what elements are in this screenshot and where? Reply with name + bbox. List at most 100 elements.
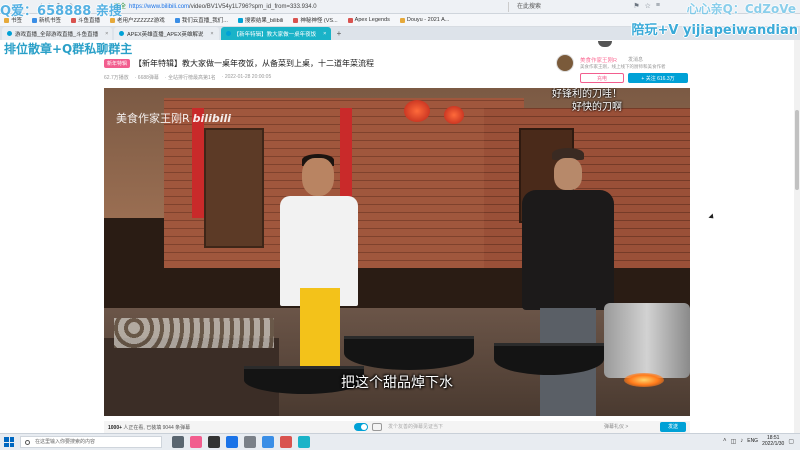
bookmark-label: 我们云直播_我们...	[181, 18, 228, 24]
bookmark-favicon-icon	[293, 17, 299, 23]
taskbar-search-input[interactable]: 在这里输入你要搜索的内容	[20, 436, 162, 448]
caption-line-1: 好锋利的刀哇！	[552, 89, 622, 100]
lantern	[404, 100, 430, 122]
toolbar-icons: ⚑ ☆ ≡	[633, 2, 660, 10]
clock-date: 2022/1/30	[762, 441, 785, 447]
danmaku-toggle[interactable]	[354, 423, 368, 431]
app-red-icon[interactable]	[280, 436, 292, 448]
video-tag-badge[interactable]: 新年特辑	[104, 59, 131, 68]
close-icon[interactable]: ×	[210, 31, 213, 37]
bookmark-favicon-icon	[237, 17, 243, 23]
bookmark-label: 搜索结果_bilibili	[244, 18, 284, 24]
browser-tab[interactable]: 游戏直播_全部游戏直播_斗鱼直播 ×	[2, 27, 112, 40]
message-link[interactable]: 发消息	[628, 56, 643, 63]
danmaku-bar: 1000+ 人正在看, 已装填 9044 条弹幕 发个友善的弹幕见证当下 弹幕礼…	[104, 421, 690, 433]
bookmark-item[interactable]: Apex Legends	[347, 17, 390, 23]
tab-label: 游戏直播_全部游戏直播_斗鱼直播	[15, 31, 99, 38]
task-view-icon[interactable]	[172, 436, 184, 448]
danmaku-etiquette-link[interactable]: 弹幕礼仪 >	[604, 423, 628, 431]
url-host: https://www.bilibili.com	[129, 4, 190, 10]
menu-icon[interactable]: ≡	[656, 2, 660, 10]
bookmark-label: Douyu - 2021 A...	[406, 17, 450, 23]
video-player[interactable]: 美食作家王刚R bilibili 好锋利的刀哇！ 好快的刀啊 把这个甜品焯下水	[104, 88, 690, 416]
extension-icon[interactable]: ⚑	[633, 2, 639, 10]
bilibili-app-icon[interactable]	[190, 436, 202, 448]
network-icon[interactable]: ◫	[731, 438, 737, 445]
browser-tab[interactable]: 【新年特辑】教大家做一桌年夜饭 ×	[220, 27, 331, 40]
video-title: 【新年特辑】教大家做一桌年夜饭，从备菜到上桌，十二道年菜流程	[134, 59, 375, 68]
tab-label: APEX英雄直播_APEX英雄解说	[127, 31, 204, 38]
follow-button[interactable]: + 关注 616.3万	[628, 73, 688, 83]
bookmark-label: 老用户ZZZZZZ游戏	[117, 18, 165, 24]
close-icon[interactable]: ×	[105, 31, 108, 37]
new-tab-button[interactable]: +	[333, 27, 346, 40]
uploader-avatar[interactable]	[556, 54, 574, 72]
overlay-top-left: Q爱：658888 亲搜	[0, 4, 122, 19]
bookmark-favicon-icon	[347, 17, 353, 23]
wok	[344, 336, 474, 370]
rank-info[interactable]: · 全站排行榜最高第1名	[165, 74, 216, 81]
video-watermark: 美食作家王刚R bilibili	[116, 110, 231, 126]
app-dark-icon[interactable]	[208, 436, 220, 448]
app-gray-icon[interactable]	[244, 436, 256, 448]
bookmark-item[interactable]: 我们云直播_我们...	[174, 16, 228, 24]
view-count: 62.7万播放	[104, 75, 129, 81]
uploader-name[interactable]: 美食作家王刚R	[580, 56, 617, 64]
bilibili-logo: bilibili	[192, 112, 232, 125]
lantern	[444, 106, 464, 124]
danmaku-count: · 6688弹幕	[134, 75, 159, 81]
chevron-up-icon[interactable]: ˄	[723, 438, 727, 444]
overlay-top-right: 心心亲Q：CdZoVe	[686, 2, 796, 16]
close-icon[interactable]: ×	[323, 31, 326, 37]
charge-button[interactable]: 充电	[580, 73, 624, 83]
favorites-icon[interactable]: ☆	[645, 2, 651, 10]
video-meta: 62.7万播放 · 6688弹幕 · 全站排行榜最高第1名 · 2022-01-…	[104, 74, 564, 81]
bookmark-item[interactable]: 搜索结果_bilibili	[237, 16, 284, 24]
video-header: 新年特辑 【新年特辑】教大家做一桌年夜饭，从备菜到上桌，十二道年菜流程 62.7…	[104, 58, 564, 81]
danmaku-settings-icon[interactable]	[372, 423, 382, 431]
video-subtitle: 把这个甜品焯下水	[341, 375, 453, 391]
bookmark-favicon-icon	[174, 17, 180, 23]
uploader-description: 美食作家王刚，线上线下的厨师和美食作者	[580, 64, 666, 69]
watermark-text: 美食作家王刚R	[116, 112, 190, 125]
tab-favicon-icon	[119, 31, 124, 36]
caption-line-2: 好快的刀啊	[572, 102, 622, 113]
browser-app-icon[interactable]	[226, 436, 238, 448]
bookmark-label: 神秘神怪 (VS...	[300, 18, 338, 24]
page-scrollbar[interactable]	[794, 40, 800, 433]
language-indicator[interactable]: ENG	[747, 438, 758, 444]
browser-tab[interactable]: APEX英雄直播_APEX英雄解说 ×	[114, 27, 219, 40]
tab-favicon-icon	[225, 31, 231, 36]
volume-icon[interactable]: ♪	[740, 438, 743, 444]
url-field[interactable]: 安全 https://www.bilibili.com/video/BV1V54y…	[114, 2, 464, 12]
app-blue-icon[interactable]	[262, 436, 274, 448]
windows-start-icon[interactable]	[4, 437, 14, 447]
bookmark-item[interactable]: Douyu - 2021 A...	[399, 17, 450, 23]
taskbar: 在这里输入你要搜索的内容 ˄ ◫ ♪ ENG 18:51 2022/1/30 ▢	[0, 433, 800, 450]
system-tray: ˄ ◫ ♪ ENG 18:51 2022/1/30 ▢	[723, 435, 794, 447]
url-path: /video/BV1V54y1L796?spm_id_from=333.934.…	[189, 4, 317, 10]
screen: ‹ › ↻ ⌂ 安全 https://www.bilibili.com/video…	[0, 0, 800, 450]
viewer-text: 人正在看, 已装填 9044 条弹幕	[122, 425, 191, 431]
bookmark-label: Apex Legends	[354, 17, 390, 23]
uploader-card: 美食作家王刚R 发消息 美食作家王刚，线上线下的厨师和美食作者 充电 + 关注 …	[556, 54, 696, 88]
bookmark-favicon-icon	[399, 17, 405, 23]
send-button[interactable]: 发送	[660, 422, 686, 432]
tab-label: 【新年特辑】教大家做一桌年夜饭	[233, 31, 317, 38]
danmaku-input[interactable]: 发个友善的弹幕见证当下	[388, 423, 568, 431]
viewer-info: 1000+ 人正在看, 已装填 9044 条弹幕	[108, 424, 190, 431]
clock[interactable]: 18:51 2022/1/30	[762, 435, 784, 447]
viewer-count: 1000+	[108, 425, 123, 431]
bookmark-item[interactable]: 神秘神怪 (VS...	[293, 16, 338, 24]
scrollbar-thumb[interactable]	[795, 110, 799, 190]
notification-icon[interactable]: ▢	[788, 438, 794, 445]
app-cyan-icon[interactable]	[298, 436, 310, 448]
taskbar-apps	[172, 436, 310, 448]
wok	[494, 343, 604, 375]
taskbar-search-placeholder: 在这里输入你要搜索的内容	[35, 439, 96, 445]
wooden-door	[204, 128, 264, 248]
tab-favicon-icon	[7, 31, 12, 36]
search-input[interactable]: 在此搜索	[508, 2, 588, 12]
overlay-left-promo: 排位散章+Q群私聊群主	[4, 42, 133, 56]
overlay-right-promo: 陪玩+V yijiapeiwandian	[631, 23, 799, 38]
